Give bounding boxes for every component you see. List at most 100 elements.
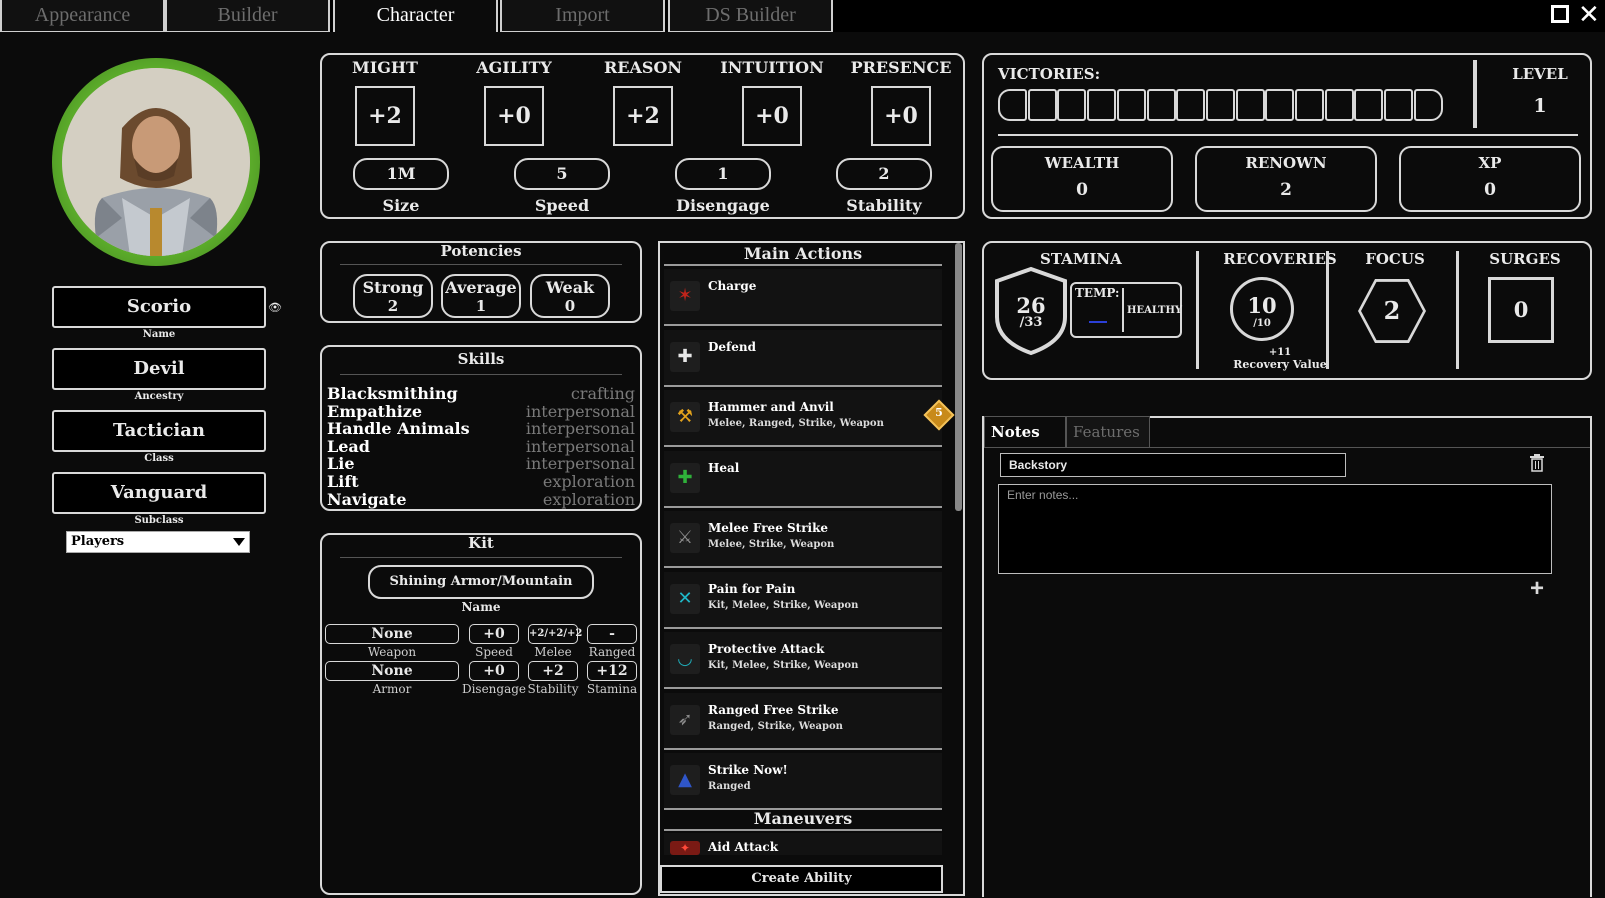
action-item[interactable]: ⚒ Hammer and Anvil Melee, Ranged, Strike, … [664, 390, 942, 447]
action-name: Ranged Free Strike [708, 702, 839, 717]
tab-notes[interactable]: Notes [984, 416, 1066, 448]
action-item[interactable]: ▲ Strike Now! Ranged [664, 753, 942, 810]
notes-textarea[interactable]: Enter notes... [998, 484, 1552, 574]
tab-ds-builder[interactable]: DS Builder [668, 0, 833, 32]
visibility-dropdown[interactable]: Players [66, 531, 250, 553]
kit-stamina-value[interactable]: +12 [587, 661, 637, 681]
note-title-input[interactable]: Backstory [1000, 453, 1346, 477]
crossed-swords-icon: ✕ [670, 583, 700, 614]
disengage-value[interactable]: 1 [675, 158, 771, 190]
tab-character[interactable]: Character [333, 0, 498, 32]
victory-box[interactable] [1265, 89, 1295, 121]
name-caption: Name [142, 329, 176, 340]
kit-speed-value[interactable]: +0 [469, 624, 519, 644]
victory-box[interactable] [1413, 89, 1443, 121]
presence-value[interactable]: +0 [871, 86, 931, 146]
potency-weak[interactable]: Weak 0 [530, 274, 610, 318]
renown-box[interactable]: RENOWN 2 [1195, 146, 1377, 212]
skill-name: Handle Animals [327, 419, 470, 439]
victory-box[interactable] [1354, 89, 1384, 121]
action-item[interactable]: ⚔ Melee Free Strike Melee, Strike, Weapon [664, 511, 942, 568]
victory-box[interactable] [1205, 89, 1235, 121]
close-icon[interactable]: ✕ [1578, 2, 1600, 28]
tab-appearance[interactable]: Appearance [0, 0, 165, 32]
skill-row[interactable]: Lead interpersonal [327, 436, 635, 456]
add-note-icon[interactable]: + [1530, 575, 1544, 603]
might-value[interactable]: +2 [355, 86, 415, 146]
skill-row[interactable]: Lift exploration [327, 472, 635, 491]
victory-box[interactable] [1027, 89, 1057, 121]
action-keywords: Melee, Ranged, Strike, Weapon [708, 418, 884, 429]
temp-input[interactable] [1089, 321, 1107, 323]
victory-box[interactable] [1235, 89, 1265, 121]
action-item[interactable]: ✚ Heal [664, 450, 942, 508]
action-item[interactable]: ✶ Charge [664, 269, 942, 326]
avatar[interactable] [52, 58, 260, 266]
ancestry-field[interactable]: Devil [52, 348, 266, 390]
abilities-scrollbar[interactable] [955, 243, 962, 511]
xp-box[interactable]: XP 0 [1399, 146, 1581, 212]
kit-weapon-label: Weapon [367, 645, 417, 659]
eye-icon[interactable]: 👁 [268, 301, 282, 314]
victory-box[interactable] [1116, 89, 1146, 121]
hero-name-field[interactable]: Scorio [52, 286, 266, 328]
skill-category: interpersonal [525, 436, 635, 456]
skill-row[interactable]: Handle Animals interpersonal [327, 419, 635, 439]
action-item[interactable]: ➶ Ranged Free Strike Ranged, Strike, Weapo… [664, 692, 942, 750]
might-label: MIGHT [352, 58, 418, 77]
skill-row[interactable]: Lie interpersonal [327, 454, 635, 474]
action-keywords: Ranged, Strike, Weapon [708, 720, 843, 732]
victory-box[interactable] [998, 89, 1027, 121]
action-item[interactable]: ✕ Pain for Pain Kit, Melee, Strike, Weapon [664, 571, 942, 629]
kit-name-field[interactable]: Shining Armor/Mountain [368, 565, 594, 599]
wealth-box[interactable]: WEALTH 0 [991, 146, 1173, 212]
potency-strong[interactable]: Strong 2 [353, 274, 433, 318]
size-value[interactable]: 1M [353, 158, 449, 190]
speed-value[interactable]: 5 [514, 158, 610, 190]
divider [1150, 447, 1590, 448]
level-label: LEVEL [1512, 65, 1568, 83]
kit-armor-value[interactable]: None [325, 661, 459, 681]
victory-box[interactable] [1384, 89, 1414, 121]
kit-weapon-value[interactable]: None [325, 624, 459, 644]
trash-icon[interactable] [1529, 454, 1545, 472]
reason-value[interactable]: +2 [613, 86, 673, 146]
level-value[interactable]: 1 [1490, 95, 1590, 117]
action-item[interactable]: ◡ Protective Attack Kit, Melee, Strike, We… [664, 632, 942, 689]
victory-box[interactable] [1324, 89, 1354, 121]
divider [1196, 251, 1199, 369]
renown-label: RENOWN [1245, 154, 1327, 172]
victory-box[interactable] [1176, 89, 1206, 121]
skill-row[interactable]: Empathize interpersonal [327, 402, 635, 421]
stability-value[interactable]: 2 [836, 158, 932, 190]
maneuver-aid-attack[interactable]: ✦ Aid Attack [664, 833, 942, 855]
victory-box[interactable] [1146, 89, 1176, 121]
class-field[interactable]: Tactician [52, 410, 266, 452]
kit-disengage-value[interactable]: +0 [469, 661, 519, 681]
subclass-field[interactable]: Vanguard [52, 472, 266, 514]
victory-box[interactable] [1087, 89, 1117, 121]
skill-row[interactable]: Navigate exploration [327, 490, 635, 509]
potency-average[interactable]: Average 1 [441, 274, 521, 318]
skill-row[interactable]: Blacksmithing crafting [327, 384, 635, 403]
potencies-title: Potencies [440, 242, 522, 260]
kit-stability-value[interactable]: +2 [528, 661, 578, 681]
skill-category: interpersonal [525, 454, 635, 474]
bow-icon: ➶ [670, 704, 700, 735]
tab-features[interactable]: Features [1066, 416, 1150, 448]
victory-box[interactable] [1295, 89, 1324, 121]
intuition-value[interactable]: +0 [742, 86, 802, 146]
kit-melee-value[interactable]: +2/+2/+2 [528, 624, 582, 644]
victory-box[interactable] [1057, 89, 1087, 121]
action-name: Hammer and Anvil [708, 400, 834, 414]
kit-ranged-value[interactable]: - [587, 624, 637, 644]
surges-value[interactable]: 0 [1488, 277, 1554, 343]
tab-import[interactable]: Import [500, 0, 665, 32]
agility-value[interactable]: +0 [484, 86, 544, 146]
create-ability-button[interactable]: Create Ability [660, 865, 943, 893]
action-item[interactable]: ✚ Defend [664, 329, 942, 387]
maximize-icon[interactable] [1551, 5, 1571, 25]
tab-builder[interactable]: Builder [165, 0, 330, 32]
kit-stability-label: Stability [527, 682, 579, 696]
stability-label: Stability [846, 196, 922, 215]
